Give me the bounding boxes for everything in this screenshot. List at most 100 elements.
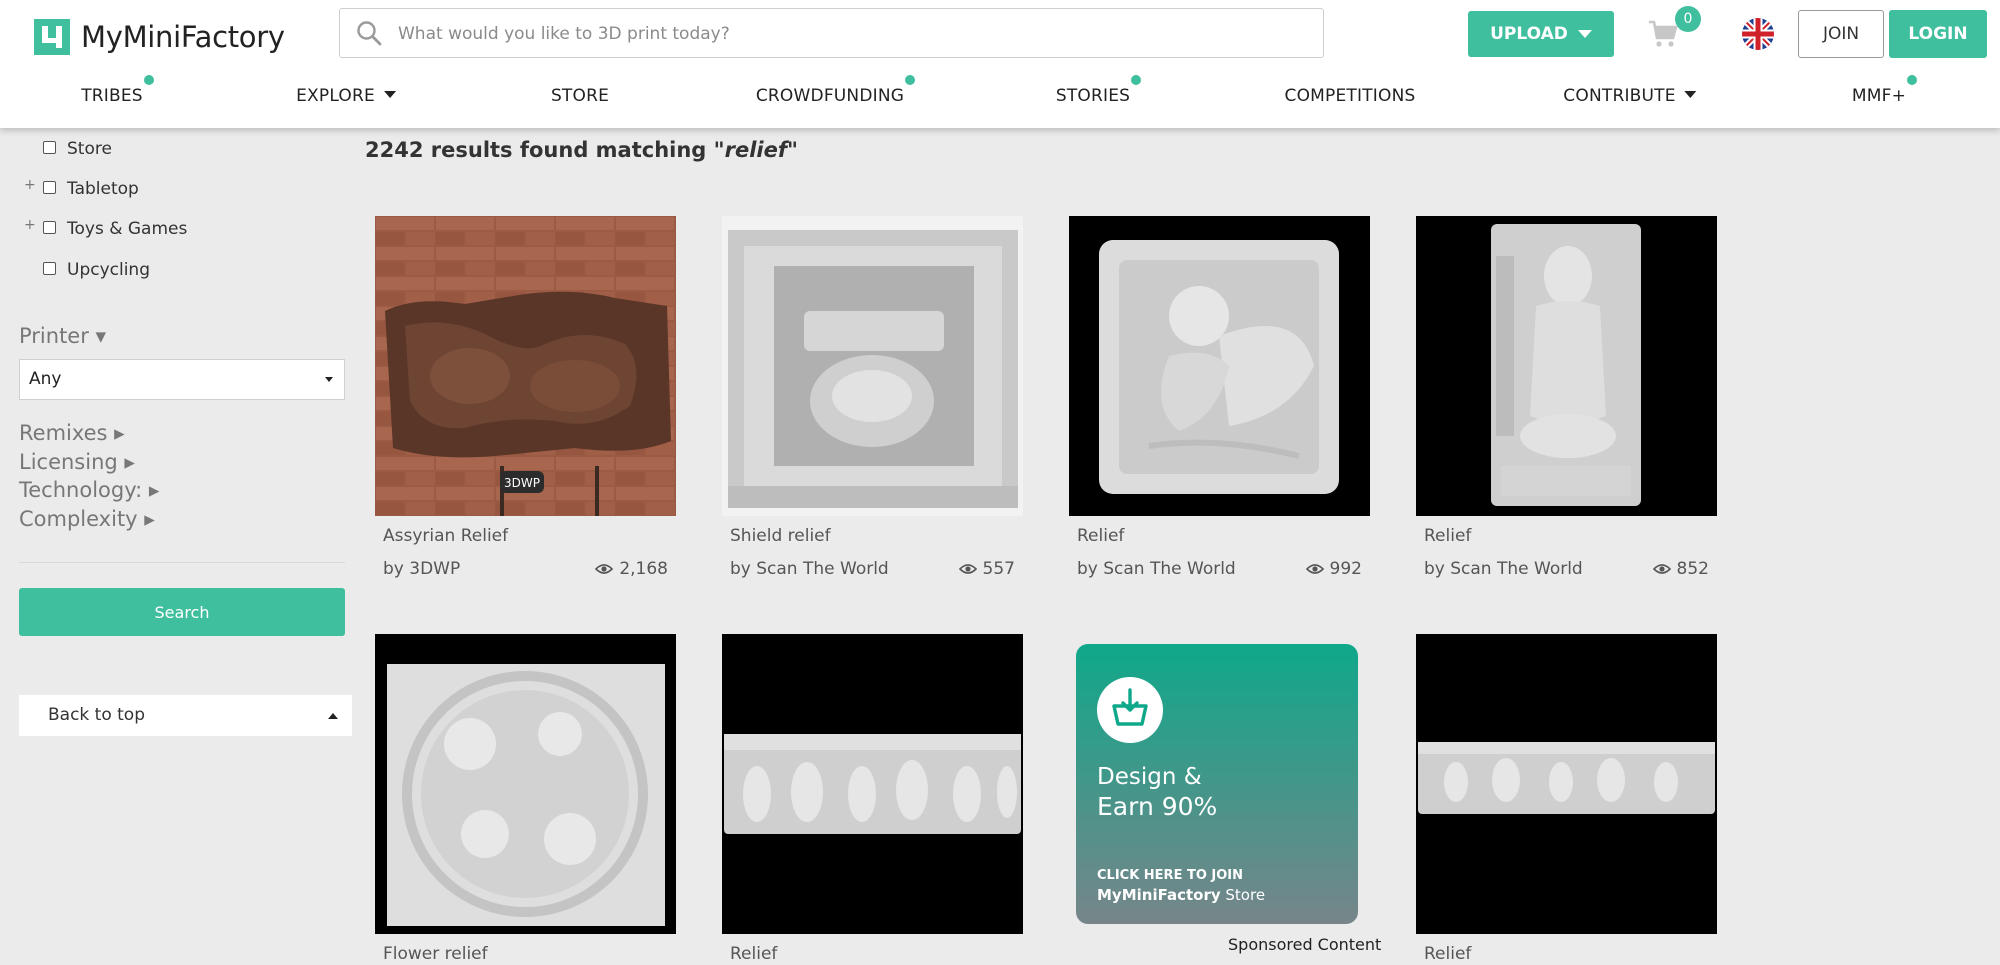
nav-stories-label: STORIES <box>1055 86 1131 106</box>
result-title[interactable]: Flower relief <box>383 944 488 964</box>
result-view-count: 557 <box>982 559 1015 579</box>
logo-icon <box>34 19 70 55</box>
result-title[interactable]: Relief <box>1424 526 1471 546</box>
nav-store[interactable]: STORE <box>551 84 609 108</box>
technology-filter[interactable]: Technology: ▸ <box>19 478 159 502</box>
ad-cta-brand: MyMiniFactory <box>1097 886 1221 904</box>
upload-label: UPLOAD <box>1490 24 1568 44</box>
eye-icon <box>1305 564 1324 574</box>
chevron-down-icon <box>1577 30 1592 38</box>
result-views: 2,168 <box>595 559 668 579</box>
ad-cta-store: Store <box>1220 886 1266 904</box>
category-checkbox[interactable] <box>43 221 56 234</box>
results-heading: 2242 results found matching "relief" <box>365 138 798 162</box>
result-thumbnail[interactable] <box>722 634 1023 934</box>
result-views: 852 <box>1652 559 1709 579</box>
result-author[interactable]: by 3DWP <box>383 559 460 579</box>
nav-stories-dot <box>1131 75 1141 85</box>
nav-contribute-label: CONTRIBUTE <box>1563 86 1676 106</box>
category-label: Tabletop <box>67 179 139 199</box>
login-button[interactable]: LOGIN <box>1889 10 1987 58</box>
result-author[interactable]: by Scan The World <box>1424 559 1583 579</box>
result-thumbnail[interactable] <box>375 634 676 934</box>
ad-headline-1: Design & <box>1097 764 1202 790</box>
results-count: 2242 <box>365 138 424 162</box>
result-author[interactable]: by Scan The World <box>730 559 889 579</box>
result-author[interactable]: by Scan The World <box>1077 559 1236 579</box>
sponsored-content-label: Sponsored Content <box>1228 935 1382 954</box>
nav-tribes-dot <box>144 75 154 85</box>
nav-competitions[interactable]: COMPETITIONS <box>1285 84 1416 108</box>
back-to-top-label: Back to top <box>48 705 146 725</box>
eye-icon <box>958 564 977 574</box>
result-title[interactable]: Relief <box>1077 526 1124 546</box>
result-thumbnail[interactable] <box>1416 216 1717 516</box>
chevron-up-icon <box>328 713 338 719</box>
result-view-count: 992 <box>1329 559 1362 579</box>
eye-icon <box>1652 564 1671 574</box>
site-header: MyMiniFactory UPLOAD 0 JOIN LOGIN TRIBES <box>0 0 2000 128</box>
printer-select-value: Any <box>29 369 62 389</box>
results-query: "relief" <box>713 138 798 162</box>
chevron-down-icon <box>383 90 396 98</box>
nav-stories[interactable]: STORIES <box>1056 84 1130 108</box>
result-thumbnail[interactable]: 3DWP <box>375 216 676 516</box>
nav-crowdfunding-dot <box>905 75 915 85</box>
expand-plus-icon[interactable]: + <box>24 173 36 197</box>
nav-crowdfunding[interactable]: CROWDFUNDING <box>756 84 904 108</box>
result-thumbnail[interactable] <box>1416 634 1717 934</box>
expand-plus-icon[interactable]: + <box>24 213 36 237</box>
printer-filter-heading[interactable]: Printer ▾ <box>19 324 106 348</box>
remixes-filter[interactable]: Remixes ▸ <box>19 421 125 445</box>
complexity-filter[interactable]: Complexity ▸ <box>19 507 155 531</box>
result-title[interactable]: Assyrian Relief <box>383 526 508 546</box>
category-checkbox[interactable] <box>43 181 56 194</box>
results-text: results found matching <box>423 138 714 162</box>
join-button[interactable]: JOIN <box>1798 10 1884 58</box>
nav-mmf-plus-label: MMF+ <box>1851 86 1907 106</box>
upload-button[interactable]: UPLOAD <box>1468 11 1614 57</box>
sponsored-ad[interactable]: Design & Earn 90% CLICK HERE TO JOIN MyM… <box>1076 644 1358 924</box>
result-views: 992 <box>1305 559 1362 579</box>
search-icon <box>357 21 382 46</box>
category-label: Toys & Games <box>67 219 188 239</box>
cart-icon[interactable] <box>1648 20 1678 48</box>
nav-tribes[interactable]: TRIBES <box>81 84 143 108</box>
result-view-count: 852 <box>1676 559 1709 579</box>
category-checkbox[interactable] <box>43 262 56 275</box>
logo-text: MyMiniFactory <box>81 20 285 54</box>
nav-explore-label: EXPLORE <box>296 86 375 106</box>
back-to-top-button[interactable]: Back to top <box>19 695 352 736</box>
search-box <box>339 8 1324 59</box>
printer-select[interactable]: Any <box>19 359 345 400</box>
nav-mmf-plus-dot <box>1907 75 1917 85</box>
result-title[interactable]: Relief <box>730 944 777 964</box>
result-thumbnail[interactable] <box>1069 216 1370 516</box>
ad-cta-line-2: MyMiniFactory Store <box>1097 886 1265 904</box>
svg-text:3DWP: 3DWP <box>504 476 540 490</box>
nav-mmf-plus[interactable]: MMF+ <box>1852 84 1906 108</box>
nav-crowdfunding-label: CROWDFUNDING <box>755 86 905 106</box>
search-input[interactable] <box>396 9 1300 59</box>
licensing-filter[interactable]: Licensing ▸ <box>19 450 135 474</box>
nav-competitions-label: COMPETITIONS <box>1284 86 1416 106</box>
uk-flag-icon[interactable] <box>1742 18 1774 50</box>
nav-contribute[interactable]: CONTRIBUTE <box>1563 84 1697 108</box>
result-view-count: 2,168 <box>619 559 668 579</box>
category-label: Store <box>67 139 112 159</box>
filter-search-button[interactable]: Search <box>19 588 345 636</box>
result-thumbnail[interactable] <box>722 216 1023 516</box>
ad-headline-2: Earn 90% <box>1097 792 1218 821</box>
logo[interactable]: MyMiniFactory <box>34 18 285 56</box>
chevron-down-icon <box>325 377 333 382</box>
result-title[interactable]: Shield relief <box>730 526 831 546</box>
category-checkbox[interactable] <box>43 141 56 154</box>
nav-tribes-label: TRIBES <box>81 86 143 106</box>
ad-cta-line-1: CLICK HERE TO JOIN <box>1097 868 1244 883</box>
chevron-down-icon <box>1684 90 1697 98</box>
eye-icon <box>595 564 614 574</box>
nav-store-label: STORE <box>550 86 610 106</box>
cart-count-badge: 0 <box>1675 6 1701 32</box>
nav-explore[interactable]: EXPLORE <box>296 84 396 108</box>
result-title[interactable]: Relief <box>1424 944 1471 964</box>
